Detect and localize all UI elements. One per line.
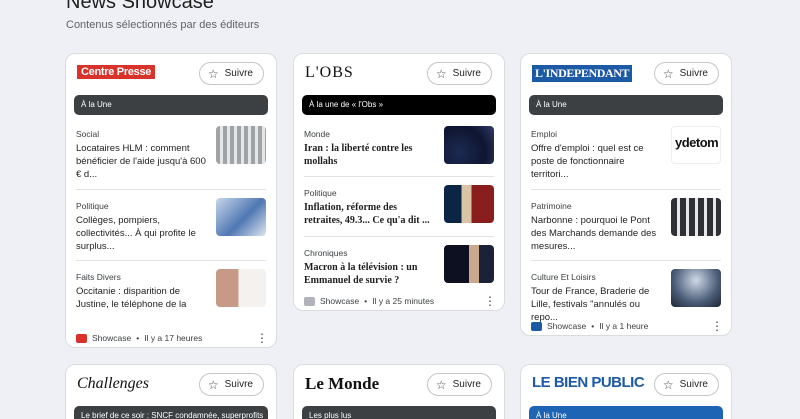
follow-button[interactable]: ☆ Suivre	[426, 62, 492, 85]
follow-button[interactable]: ☆ Suivre	[653, 373, 719, 396]
card-footer: Showcase • Il y a 1 heure ⋮	[531, 319, 723, 333]
story-thumbnail	[671, 269, 721, 307]
divider	[531, 260, 721, 261]
story-thumbnail	[444, 126, 494, 164]
thumbnail-ad-text: ydetom	[675, 135, 719, 150]
centre-presse-logo[interactable]: Centre Presse	[77, 65, 156, 79]
page-subtitle: Contenus sélectionnés par des éditeurs	[66, 19, 260, 31]
publication-icon	[531, 321, 542, 331]
card-footer: Showcase • Il y a 25 minutes ⋮	[304, 294, 496, 308]
more-options-icon[interactable]: ⋮	[711, 320, 723, 332]
divider	[76, 260, 266, 261]
story-title: Locataires HLM : comment bénéficier de l…	[76, 143, 206, 180]
story-category: Politique	[76, 201, 109, 211]
le-monde-logo[interactable]: Le Monde	[305, 374, 379, 394]
banner-a-la-une[interactable]: À la Une	[529, 406, 723, 419]
divider	[304, 176, 494, 177]
publication-icon	[76, 333, 87, 343]
more-options-icon[interactable]: ⋮	[256, 332, 268, 344]
story-item[interactable]: Social Locataires HLM : comment bénéfici…	[76, 126, 266, 201]
divider	[304, 236, 494, 237]
follow-button[interactable]: ☆ Suivre	[198, 62, 264, 85]
publication-icon	[304, 296, 315, 306]
star-icon: ☆	[207, 66, 219, 81]
showcase-label: Showcase	[547, 321, 587, 331]
independant-logo[interactable]: L'INDEPENDANT	[532, 65, 633, 82]
publisher-card-le-monde: Le Monde ☆ Suivre Les plus lus	[293, 364, 505, 419]
challenges-logo[interactable]: Challenges	[77, 375, 149, 393]
timestamp: Il y a 25 minutes	[372, 296, 435, 306]
story-thumbnail	[216, 269, 266, 307]
star-icon: ☆	[207, 377, 219, 392]
story-category: Chroniques	[304, 248, 348, 258]
story-thumbnail	[444, 245, 494, 283]
banner-plus-lus[interactable]: Les plus lus	[302, 406, 496, 419]
story-thumbnail	[216, 198, 266, 236]
publisher-card-centre-presse: Centre Presse ☆ Suivre À la Une Social Lo…	[65, 53, 277, 348]
follow-button[interactable]: ☆ Suivre	[426, 373, 492, 396]
page-title: News Showcase	[66, 0, 214, 13]
story-title: Offre d'emploi : quel est ce poste de fo…	[531, 143, 644, 180]
showcase-label: Showcase	[92, 333, 132, 343]
banner-brief[interactable]: Le brief de ce soir : SNCF condamnée, su…	[74, 406, 268, 419]
publisher-card-challenges: Challenges ☆ Suivre Le brief de ce soir :…	[65, 364, 277, 419]
story-title: Occitanie : disparition de Justine, le t…	[76, 286, 187, 310]
follow-button[interactable]: ☆ Suivre	[653, 62, 719, 85]
story-title: Iran : la liberté contre les mollahs	[304, 143, 413, 167]
story-thumbnail	[671, 198, 721, 236]
story-item[interactable]: Emploi Offre d'emploi : quel est ce post…	[531, 126, 721, 201]
story-category: Emploi	[531, 129, 557, 139]
story-category: Faits Divers	[76, 272, 121, 282]
star-icon: ☆	[435, 66, 447, 81]
publisher-card-independant: L'INDEPENDANT ☆ Suivre À la Une Emploi Of…	[520, 53, 732, 336]
star-icon: ☆	[662, 377, 674, 392]
bien-public-logo[interactable]: LE BIEN PUBLIC	[532, 374, 645, 391]
banner-a-la-une[interactable]: À la Une	[74, 95, 268, 115]
showcase-label: Showcase	[320, 296, 360, 306]
story-category: Culture Et Loisirs	[531, 272, 596, 282]
banner-a-la-une-obs[interactable]: À la une de « l'Obs »	[302, 95, 496, 115]
publisher-card-lobs: L'OBS ☆ Suivre À la une de « l'Obs » Mond…	[293, 53, 505, 311]
story-title: Macron à la télévision : un Emmanuel de …	[304, 262, 418, 286]
lobs-logo[interactable]: L'OBS	[305, 64, 354, 82]
timestamp: Il y a 1 heure	[599, 321, 649, 331]
banner-a-la-une[interactable]: À la Une	[529, 95, 723, 115]
more-options-icon[interactable]: ⋮	[484, 295, 496, 307]
card-footer: Showcase • Il y a 17 heures ⋮	[76, 331, 268, 345]
story-item[interactable]: Patrimoine Narbonne : pourquoi le Pont d…	[531, 198, 721, 273]
story-title: Collèges, pompiers, collectivités... À q…	[76, 215, 196, 252]
story-category: Politique	[304, 188, 337, 198]
story-category: Patrimoine	[531, 201, 572, 211]
story-thumbnail: ydetom	[671, 126, 721, 164]
story-category: Monde	[304, 129, 330, 139]
star-icon: ☆	[662, 66, 674, 81]
timestamp: Il y a 17 heures	[144, 333, 203, 343]
publisher-card-bien-public: LE BIEN PUBLIC ☆ Suivre À la Une	[520, 364, 732, 419]
star-icon: ☆	[435, 377, 447, 392]
divider	[531, 189, 721, 190]
story-category: Social	[76, 129, 100, 139]
story-thumbnail	[444, 185, 494, 223]
story-title: Inflation, réforme des retraites, 49.3..…	[304, 202, 430, 226]
divider	[76, 189, 266, 190]
story-item[interactable]: Politique Collèges, pompiers, collectivi…	[76, 198, 266, 273]
story-title: Narbonne : pourquoi le Pont des Marchand…	[531, 215, 657, 252]
follow-button[interactable]: ☆ Suivre	[198, 373, 264, 396]
story-thumbnail	[216, 126, 266, 164]
